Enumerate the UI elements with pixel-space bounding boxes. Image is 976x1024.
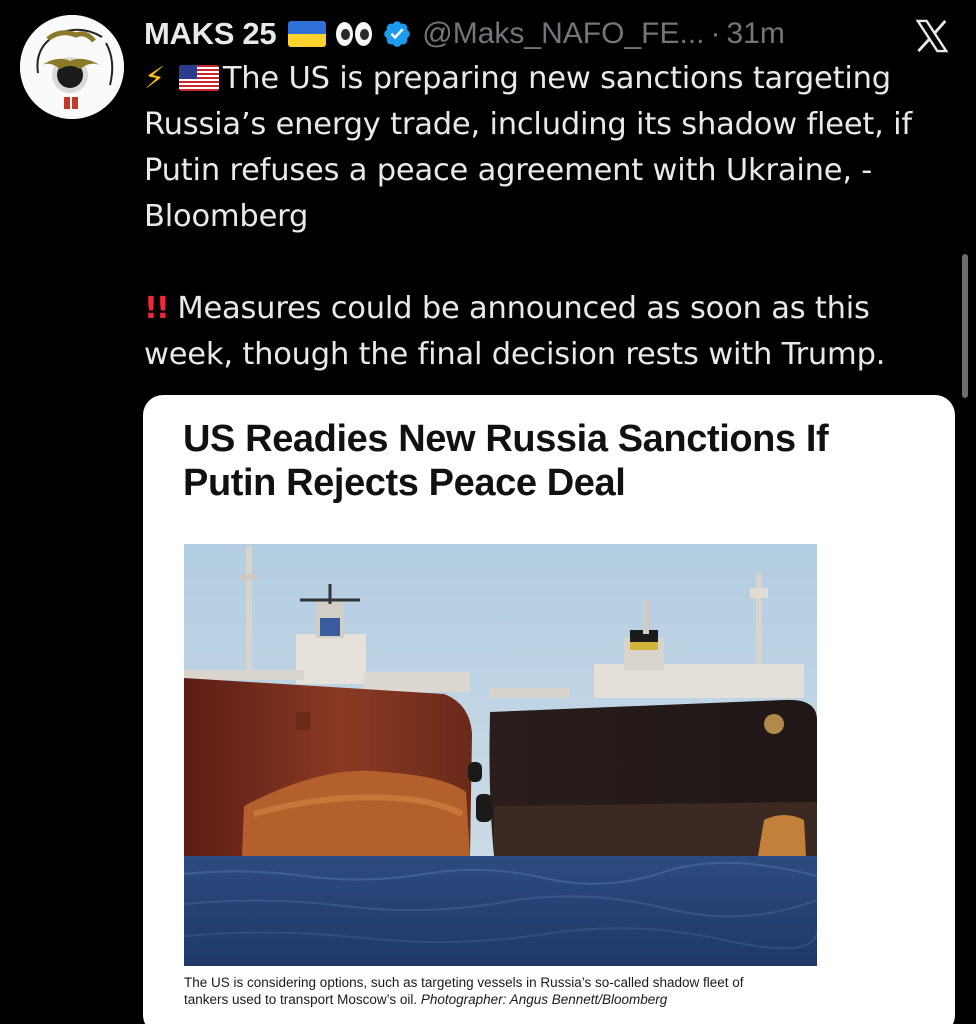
verified-badge-icon bbox=[384, 21, 411, 47]
post-timestamp[interactable]: 31m bbox=[726, 17, 784, 51]
scrollbar-thumb[interactable] bbox=[962, 254, 968, 398]
us-flag-icon bbox=[178, 65, 219, 91]
tweet-text: ⚡ The US is preparing new sanctions targ… bbox=[144, 56, 964, 378]
photo-caption: The US is considering options, such as t… bbox=[184, 974, 944, 1008]
avatar[interactable] bbox=[20, 15, 124, 119]
tweet-line: week, though the final decision rests wi… bbox=[144, 337, 886, 372]
headline-line: Putin Rejects Peace Deal bbox=[183, 462, 626, 504]
avatar-image bbox=[20, 15, 124, 119]
tweet-header: MAKS 25 @Maks_NAFO_FE... · 31m bbox=[144, 12, 864, 56]
ukraine-flag-icon bbox=[288, 21, 327, 47]
tweet-line: Putin refuses a peace agreement with Ukr… bbox=[144, 153, 873, 188]
caption-line: tankers used to transport Moscow’s oil. bbox=[184, 992, 418, 1007]
caption-line: The US is considering options, such as t… bbox=[184, 975, 744, 990]
high-voltage-icon: ⚡ bbox=[144, 61, 165, 96]
media-card[interactable]: US Readies New Russia Sanctions If Putin… bbox=[143, 395, 955, 1024]
tweet-post[interactable]: MAKS 25 @Maks_NAFO_FE... · 31m ⚡ The US … bbox=[0, 0, 976, 1024]
x-logo-icon[interactable] bbox=[912, 17, 952, 55]
tweet-line: Bloomberg bbox=[144, 199, 309, 234]
article-photo bbox=[184, 544, 817, 966]
photo-credit: Photographer: Angus Bennett/Bloomberg bbox=[420, 992, 668, 1007]
eyes-icon bbox=[336, 22, 373, 46]
tweet-line: Russia’s energy trade, including its sha… bbox=[144, 107, 912, 142]
double-exclamation-icon: !! bbox=[144, 291, 170, 326]
tweet-line: The US is preparing new sanctions target… bbox=[222, 61, 891, 96]
tweet-line: Measures could be announced as soon as t… bbox=[167, 291, 870, 326]
article-headline: US Readies New Russia Sanctions If Putin… bbox=[183, 417, 953, 505]
author-handle[interactable]: @Maks_NAFO_FE... bbox=[422, 17, 704, 51]
display-name[interactable]: MAKS 25 bbox=[144, 16, 277, 52]
headline-line: US Readies New Russia Sanctions If bbox=[183, 418, 829, 460]
separator-dot: · bbox=[710, 17, 721, 50]
